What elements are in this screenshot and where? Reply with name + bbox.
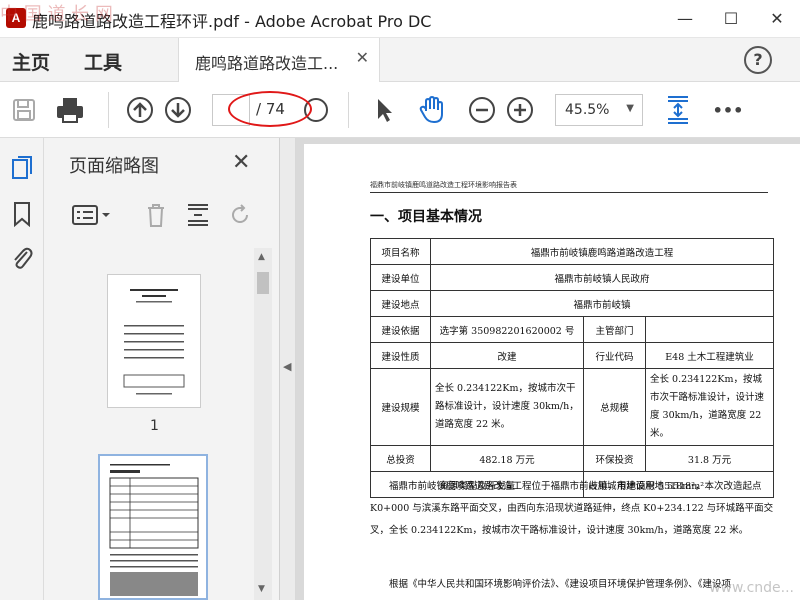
zoom-in-icon[interactable] bbox=[504, 94, 536, 126]
table-cell: 482.18 万元 bbox=[430, 445, 584, 472]
left-navigation-rail bbox=[0, 138, 44, 600]
collapse-arrow-icon: ◀ bbox=[283, 360, 292, 373]
table-cell: 福鼎市前岐镇鹿鸣路道路改造工程 bbox=[430, 238, 774, 265]
tab-home[interactable]: 主页 bbox=[12, 48, 50, 75]
print-icon[interactable] bbox=[54, 94, 86, 126]
table-cell: 建设性质 bbox=[370, 342, 431, 369]
table-cell: 建设规模 bbox=[370, 368, 431, 446]
thumbnails-pane: 页面缩略图 ✕ 1 ▲ ▼ bbox=[44, 138, 280, 600]
title-bar: A 鹿鸣路道路改造工程环评.pdf - Adobe Acrobat Pro DC… bbox=[0, 0, 800, 38]
extract-page-icon[interactable] bbox=[184, 200, 212, 230]
table-cell: E48 土木工程建筑业 bbox=[645, 342, 774, 369]
zoom-select[interactable]: 45.5% ▼ bbox=[555, 94, 643, 126]
page-thumbnail-1[interactable] bbox=[107, 274, 201, 408]
table-cell bbox=[645, 316, 774, 343]
page-thumbnail-2[interactable] bbox=[98, 454, 208, 600]
document-view[interactable]: 福鼎市前岐镇鹿鸣道路改造工程环境影响报告表 一、项目基本情况 项目名称 福鼎市前… bbox=[296, 138, 800, 600]
select-cursor-icon[interactable] bbox=[368, 94, 400, 126]
section-title: 一、项目基本情况 bbox=[370, 209, 482, 225]
table-row: 总投资 482.18 万元 环保投资 31.8 万元 bbox=[370, 445, 774, 472]
rotate-icon[interactable] bbox=[226, 200, 254, 230]
next-page-icon[interactable] bbox=[162, 94, 194, 126]
table-row: 建设依据 选字第 350982201620002 号 主管部门 bbox=[370, 316, 774, 343]
pdf-page: 福鼎市前岐镇鹿鸣道路改造工程环境影响报告表 一、项目基本情况 项目名称 福鼎市前… bbox=[304, 144, 800, 600]
more-tools-icon[interactable]: ••• bbox=[712, 94, 744, 126]
attachment-icon[interactable] bbox=[8, 244, 36, 272]
tab-bar: 主页 工具 鹿鸣路道路改造工... ✕ ? bbox=[0, 38, 800, 82]
table-cell: 福鼎市前岐镇人民政府 bbox=[430, 264, 774, 291]
tab-document[interactable]: 鹿鸣路道路改造工... ✕ bbox=[178, 38, 380, 82]
running-header: 福鼎市前岐镇鹿鸣道路改造工程环境影响报告表 bbox=[370, 181, 517, 189]
tab-tools[interactable]: 工具 bbox=[84, 48, 122, 75]
close-pane-icon[interactable]: ✕ bbox=[232, 150, 250, 175]
window-title: 鹿鸣路道路改造工程环评.pdf - Adobe Acrobat Pro DC bbox=[32, 12, 432, 31]
scrollbar-thumb[interactable] bbox=[257, 272, 269, 294]
close-tab-icon[interactable]: ✕ bbox=[356, 48, 369, 67]
zoom-out-icon[interactable] bbox=[466, 94, 498, 126]
toolbar-divider bbox=[348, 92, 349, 128]
table-cell: 全长 0.234122Km，按城市次干路标准设计，设计速度 30km/h，道路宽… bbox=[645, 368, 774, 446]
bookmark-icon[interactable] bbox=[8, 200, 36, 228]
site-watermark: www.cnde... bbox=[709, 580, 794, 596]
thumbnail-list: 1 bbox=[44, 248, 272, 600]
page-thumbnail-1-label: 1 bbox=[150, 418, 159, 434]
scroll-up-icon[interactable]: ▲ bbox=[258, 252, 265, 262]
chevron-down-icon: ▼ bbox=[626, 103, 634, 114]
table-cell: 建设依据 bbox=[370, 316, 431, 343]
page-thumbnails-icon[interactable] bbox=[8, 154, 36, 182]
pane-title: 页面缩略图 bbox=[69, 156, 159, 177]
table-cell: 建设单位 bbox=[370, 264, 431, 291]
toolbar: / 74 45.5% ▼ ••• bbox=[0, 82, 800, 138]
thumbnail-scrollbar[interactable]: ▲ ▼ bbox=[254, 248, 272, 600]
minimize-button[interactable]: — bbox=[662, 0, 708, 36]
project-info-table: 项目名称 福鼎市前岐镇鹿鸣路道路改造工程 建设单位 福鼎市前岐镇人民政府 建设地… bbox=[370, 238, 774, 498]
body-paragraph: 福鼎市前岐镇鹿鸣路道路改造工程位于福鼎市前岐镇，用地面积 5518m²，本次改造… bbox=[370, 481, 774, 536]
pane-collapse-handle[interactable]: ◀ bbox=[280, 138, 296, 600]
table-cell: 项目名称 bbox=[370, 238, 431, 265]
table-cell: 改建 bbox=[430, 342, 584, 369]
table-cell: 行业代码 bbox=[583, 342, 646, 369]
table-cell: 主管部门 bbox=[583, 316, 646, 343]
table-row: 建设性质 改建 行业代码 E48 土木工程建筑业 bbox=[370, 342, 774, 369]
zoom-value: 45.5% bbox=[565, 102, 610, 118]
table-row: 建设地点 福鼎市前岐镇 bbox=[370, 290, 774, 317]
table-cell: 环保投资 bbox=[583, 445, 646, 472]
acrobat-app-icon: A bbox=[6, 8, 26, 28]
red-highlight-annotation bbox=[228, 91, 312, 127]
save-icon[interactable] bbox=[8, 94, 40, 126]
table-cell: 建设地点 bbox=[370, 290, 431, 317]
header-rule bbox=[370, 192, 768, 193]
document-tab-label: 鹿鸣路道路改造工... bbox=[195, 54, 339, 73]
delete-page-icon[interactable] bbox=[142, 200, 170, 230]
toolbar-divider bbox=[108, 92, 109, 128]
table-row: 建设规模 全长 0.234122Km，按城市次干路标准设计，设计速度 30km/… bbox=[370, 368, 774, 446]
help-icon[interactable]: ? bbox=[744, 46, 772, 74]
table-cell: 福鼎市前岐镇 bbox=[430, 290, 774, 317]
table-cell: 全长 0.234122Km，按城市次干路标准设计，设计速度 30km/h，道路宽… bbox=[430, 368, 584, 446]
close-window-button[interactable]: ✕ bbox=[754, 0, 800, 36]
scroll-down-icon[interactable]: ▼ bbox=[258, 584, 265, 594]
thumbnail-options-icon[interactable] bbox=[72, 200, 112, 230]
previous-page-icon[interactable] bbox=[124, 94, 156, 126]
hand-tool-icon[interactable] bbox=[416, 94, 448, 126]
table-cell: 总投资 bbox=[370, 445, 431, 472]
table-cell: 选字第 350982201620002 号 bbox=[430, 316, 584, 343]
fit-page-icon[interactable] bbox=[662, 94, 694, 126]
table-cell: 31.8 万元 bbox=[645, 445, 774, 472]
maximize-button[interactable]: ☐ bbox=[708, 0, 754, 36]
table-row: 项目名称 福鼎市前岐镇鹿鸣路道路改造工程 bbox=[370, 238, 774, 265]
table-cell: 总规模 bbox=[583, 368, 646, 446]
table-row: 建设单位 福鼎市前岐镇人民政府 bbox=[370, 264, 774, 291]
